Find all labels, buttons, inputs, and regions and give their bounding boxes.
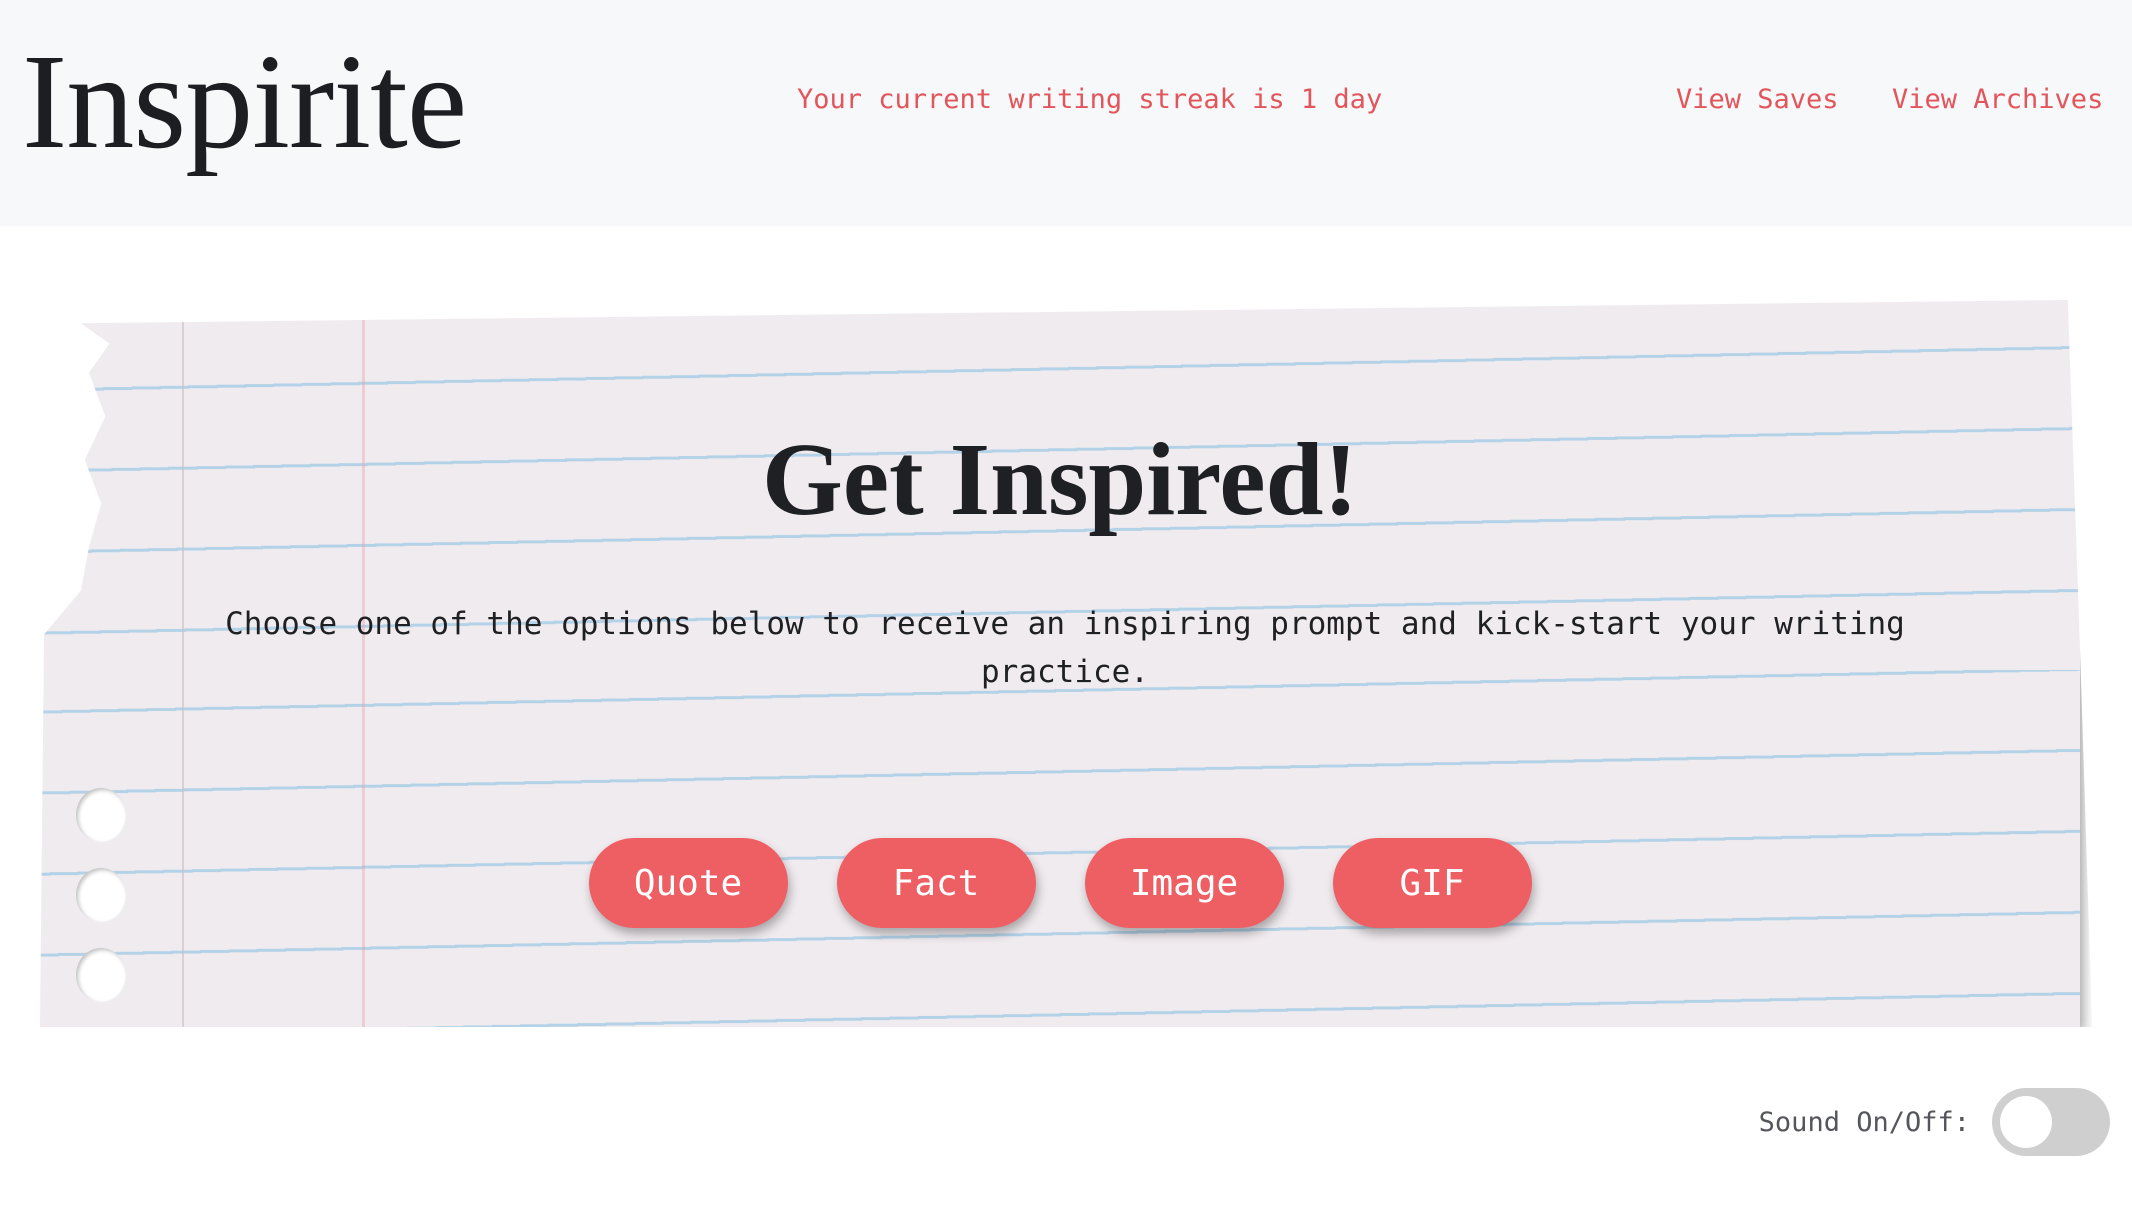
quote-button[interactable]: Quote — [588, 838, 788, 928]
sound-label: Sound On/Off: — [1758, 1106, 1970, 1138]
paper-card: Get Inspired! Choose one of the options … — [40, 300, 2080, 1027]
page-title: Get Inspired! — [761, 422, 1359, 537]
app-logo[interactable]: Inspirite — [22, 22, 467, 182]
header: Inspirite Your current writing streak is… — [0, 0, 2132, 226]
toggle-knob[interactable] — [2000, 1096, 2052, 1148]
sound-toggle[interactable] — [1992, 1088, 2110, 1156]
binder-hole — [76, 788, 126, 842]
binder-hole — [76, 948, 126, 1002]
fact-button[interactable]: Fact — [836, 838, 1036, 928]
image-button[interactable]: Image — [1084, 838, 1284, 928]
view-saves-link[interactable]: View Saves — [1676, 80, 1839, 120]
gif-button[interactable]: GIF — [1332, 838, 1532, 928]
page-subtitle: Choose one of the options below to recei… — [225, 606, 1905, 690]
writing-streak-text: Your current writing streak is 1 day — [797, 84, 1383, 115]
view-archives-link[interactable]: View Archives — [1892, 80, 2103, 120]
sound-control: Sound On/Off: — [1759, 1088, 2110, 1156]
prompt-options: Quote Fact Image GIF — [40, 838, 2080, 928]
